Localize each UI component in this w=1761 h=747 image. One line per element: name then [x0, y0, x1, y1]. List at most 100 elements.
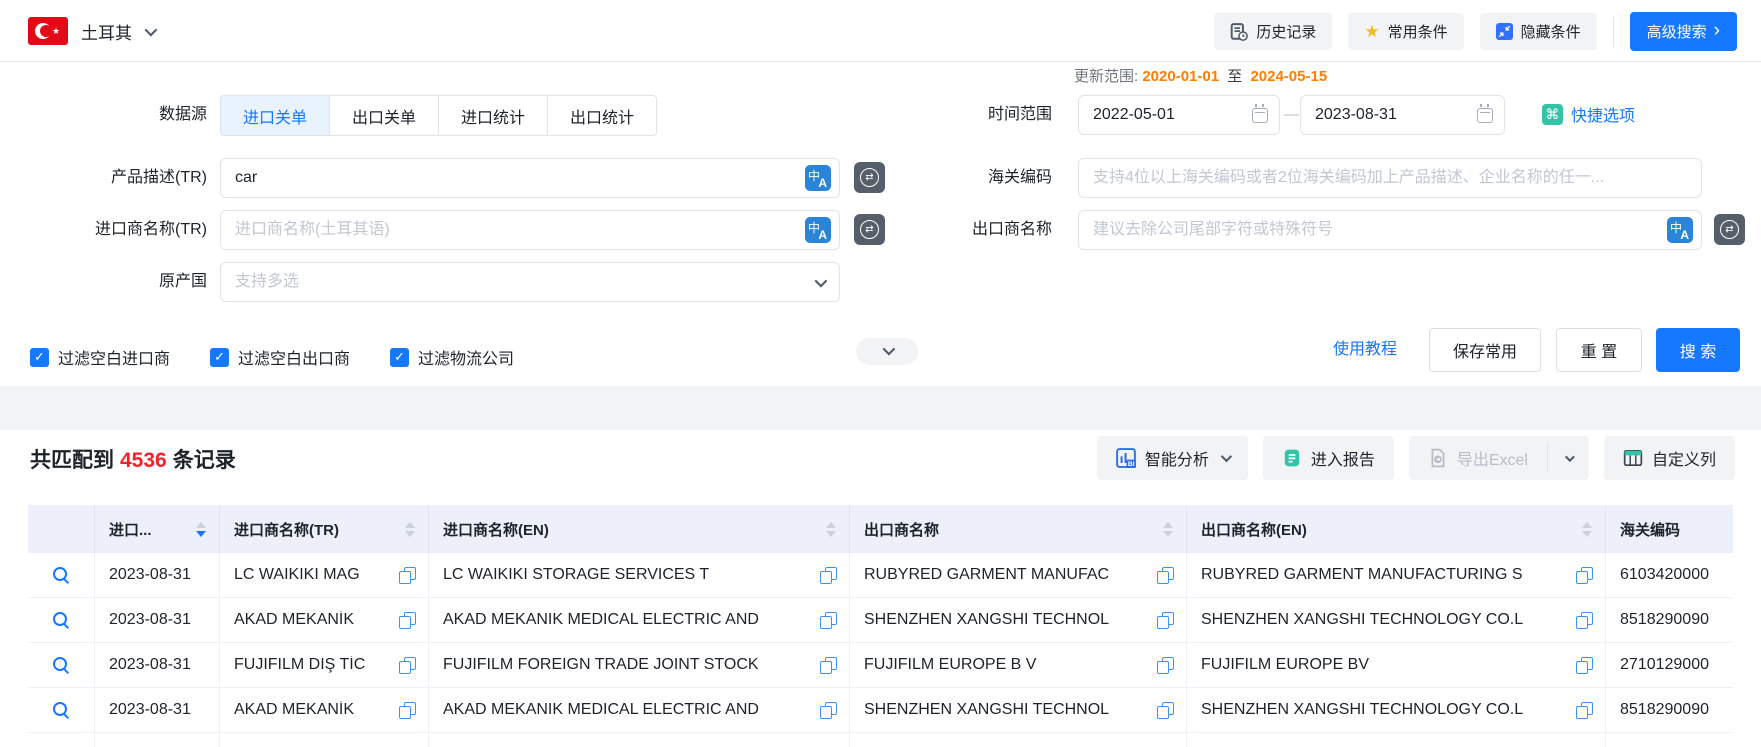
sort-icons[interactable] — [1163, 522, 1173, 537]
translate-icon[interactable] — [1667, 217, 1693, 243]
svg-text:BI: BI — [1128, 461, 1135, 468]
tab-export-statistics[interactable]: 出口统计 — [548, 96, 656, 135]
column-header-importer-en[interactable]: 进口商名称(EN) — [429, 505, 850, 553]
exporter-name-input[interactable] — [1078, 210, 1702, 250]
cell-importer-tr: AKAD MEKANİK — [234, 701, 399, 719]
row-search-icon[interactable] — [52, 656, 70, 674]
copy-icon[interactable] — [399, 612, 416, 629]
sort-icons[interactable] — [405, 522, 415, 537]
copy-icon[interactable] — [1576, 567, 1593, 584]
table-row[interactable]: 2023-08-31 FUJIFILM DIŞ TİC FUJIFILM FOR… — [28, 643, 1733, 688]
chevron-down-icon — [1565, 452, 1575, 462]
checkbox-filter-logistics[interactable]: ✓ 过滤物流公司 — [390, 345, 514, 369]
advanced-search-button[interactable]: 高级搜索 › — [1630, 12, 1737, 51]
copy-icon[interactable] — [820, 702, 837, 719]
sort-icons[interactable] — [196, 522, 206, 537]
save-common-button[interactable]: 保存常用 — [1429, 328, 1541, 372]
column-header-importer-tr[interactable]: 进口商名称(TR) — [220, 505, 429, 553]
cell-exporter-en: RUBYRED GARMENT MANUFACTURING S — [1201, 566, 1576, 584]
report-icon — [1282, 448, 1302, 468]
hs-code-input[interactable] — [1078, 158, 1702, 198]
cell-importer-en: AKAD MEKANIK MEDICAL ELECTRIC AND — [443, 701, 820, 719]
cell-exporter: RUBYRED GARMENT MANUFAC — [864, 566, 1157, 584]
copy-icon[interactable] — [820, 657, 837, 674]
column-header-hs-code[interactable]: 海关编码 — [1606, 505, 1733, 553]
table-row[interactable]: 2023-08-31 AKAD MEKANİK AKAD MEKANIK MED… — [28, 598, 1733, 643]
sort-icons[interactable] — [826, 522, 836, 537]
collapse-panel-button[interactable] — [856, 338, 918, 365]
filter-panel: 更新范围: 2020-01-01 至 2024-05-15 数据源 进口关单 出… — [0, 62, 1761, 385]
tutorial-link[interactable]: 使用教程 — [1333, 328, 1397, 372]
hide-conditions-button[interactable]: 隐藏条件 — [1480, 13, 1597, 50]
cell-importer-tr: LC WAIKIKI MAG — [234, 566, 399, 584]
star-icon: ★ — [1364, 23, 1379, 40]
copy-icon[interactable] — [399, 657, 416, 674]
enter-report-button[interactable]: 进入报告 — [1263, 436, 1394, 480]
table-row[interactable]: 2023-08-31 AKAD MEKANİK AKAD MEKANIK MED… — [28, 688, 1733, 733]
search-button[interactable]: 搜 索 — [1656, 328, 1740, 372]
country-name: 土耳其 — [81, 19, 132, 44]
sort-icons[interactable] — [1582, 522, 1592, 537]
checkbox-filter-blank-exporter[interactable]: ✓ 过滤空白出口商 — [210, 345, 350, 369]
copy-icon[interactable] — [1576, 702, 1593, 719]
quick-options-link[interactable]: ⌘ 快捷选项 — [1542, 102, 1635, 126]
row-search-icon[interactable] — [52, 566, 70, 584]
checkbox-label: 过滤物流公司 — [418, 345, 514, 369]
results-toolbar: BI 智能分析 进入报告 — [1097, 436, 1735, 480]
summary-prefix: 共匹配到 — [30, 449, 114, 472]
header-row-tools — [28, 505, 95, 553]
translate-icon[interactable] — [805, 165, 831, 191]
datasource-tabs: 进口关单 出口关单 进口统计 出口统计 — [220, 95, 657, 136]
column-header-import-date[interactable]: 进口... — [95, 505, 220, 553]
product-desc-wrap — [220, 158, 840, 198]
history-button[interactable]: 历史记录 — [1214, 13, 1332, 50]
favorites-button[interactable]: ★ 常用条件 — [1348, 13, 1463, 50]
table-row[interactable]: 2023-08-31 LC WAIKIKI MAG LC WAIKIKI STO… — [28, 553, 1733, 598]
copy-icon[interactable] — [399, 567, 416, 584]
column-label: 进口商名称(TR) — [234, 519, 339, 540]
cell-hs-code: 8518290090 — [1620, 701, 1733, 719]
tab-export-declarations[interactable]: 出口关单 — [330, 96, 439, 135]
copy-icon[interactable] — [1157, 657, 1174, 674]
fuzzy-match-toggle[interactable]: ⇄ — [1714, 214, 1745, 245]
export-options-dropdown[interactable] — [1548, 436, 1589, 480]
importer-name-input[interactable] — [220, 210, 840, 250]
origin-country-select[interactable] — [220, 262, 840, 302]
row-search-icon[interactable] — [52, 701, 70, 719]
product-desc-input[interactable] — [220, 158, 840, 198]
tab-import-statistics[interactable]: 进口统计 — [439, 96, 548, 135]
export-excel-button[interactable]: 导出Excel — [1409, 436, 1547, 480]
copy-icon[interactable] — [820, 567, 837, 584]
export-excel-label: 导出Excel — [1457, 446, 1528, 470]
column-header-exporter[interactable]: 出口商名称 — [850, 505, 1187, 553]
copy-icon[interactable] — [1157, 702, 1174, 719]
copy-icon[interactable] — [1157, 612, 1174, 629]
checkbox-filter-blank-importer[interactable]: ✓ 过滤空白进口商 — [30, 345, 170, 369]
tab-import-declarations[interactable]: 进口关单 — [221, 96, 330, 135]
importer-name-wrap — [220, 210, 840, 250]
history-icon — [1230, 23, 1248, 41]
copy-icon[interactable] — [1576, 612, 1593, 629]
datasource-label: 数据源 — [17, 95, 207, 135]
custom-columns-button[interactable]: 自定义列 — [1604, 436, 1735, 480]
cell-importer-en: FUJIFILM FOREIGN TRADE JOINT STOCK — [443, 656, 820, 674]
copy-icon[interactable] — [399, 702, 416, 719]
country-selector[interactable]: ★ 土耳其 — [28, 0, 154, 62]
copy-icon[interactable] — [1576, 657, 1593, 674]
translate-icon[interactable] — [805, 217, 831, 243]
copy-icon[interactable] — [1157, 567, 1174, 584]
row-search-icon[interactable] — [52, 611, 70, 629]
collapse-icon — [1496, 23, 1513, 40]
copy-icon[interactable] — [820, 612, 837, 629]
hide-conditions-label: 隐藏条件 — [1521, 21, 1581, 42]
smart-analysis-button[interactable]: BI 智能分析 — [1097, 436, 1248, 480]
update-range-to: 2024-05-15 — [1250, 68, 1327, 85]
chevron-down-icon — [1221, 451, 1232, 462]
cell-exporter-en: SHENZHEN XANGSHI TECHNOLOGY CO.L — [1201, 611, 1576, 629]
column-header-exporter-en[interactable]: 出口商名称(EN) — [1187, 505, 1606, 553]
filter-checkboxes: ✓ 过滤空白进口商 ✓ 过滤空白出口商 ✓ 过滤物流公司 — [30, 345, 514, 369]
date-from-input[interactable] — [1078, 95, 1280, 135]
reset-button[interactable]: 重 置 — [1556, 328, 1642, 372]
date-to-input[interactable] — [1300, 95, 1505, 135]
checkbox-label: 过滤空白进口商 — [58, 345, 170, 369]
